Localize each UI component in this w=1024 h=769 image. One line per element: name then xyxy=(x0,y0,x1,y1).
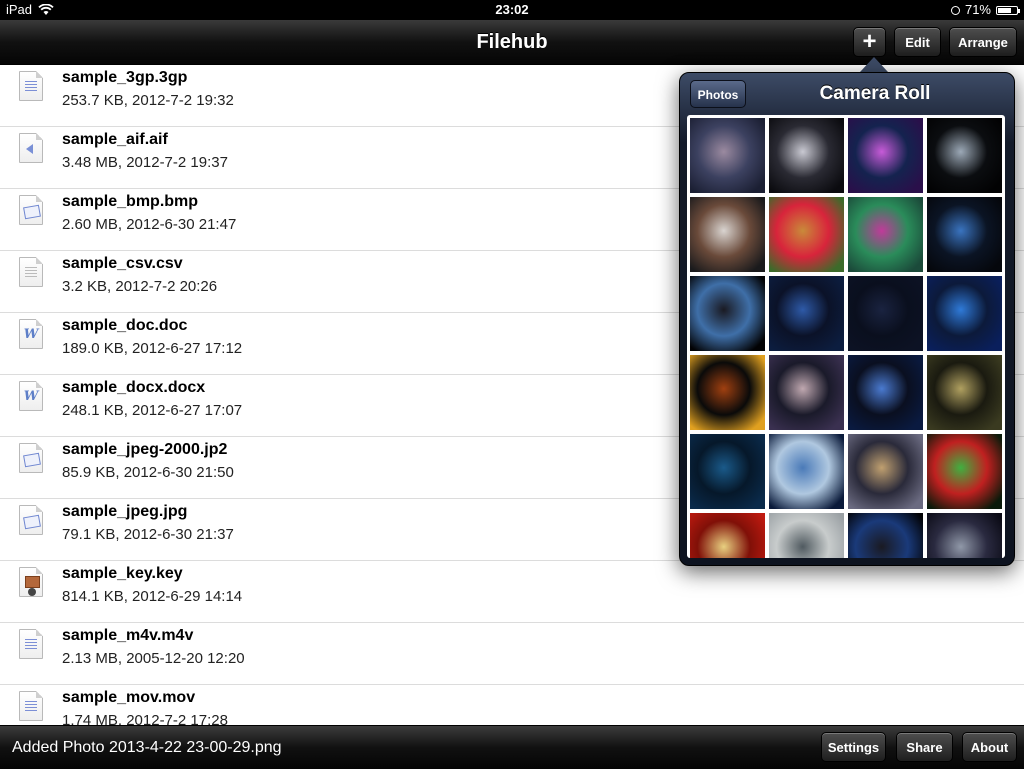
file-meta: 1.74 MB, 2012-7-2 17:28 xyxy=(62,712,228,725)
file-row[interactable]: sample_key.key 814.1 KB, 2012-6-29 14:14 xyxy=(0,561,1024,623)
file-row[interactable]: sample_m4v.m4v 2.13 MB, 2005-12-20 12:20 xyxy=(0,623,1024,685)
file-meta: 253.7 KB, 2012-7-2 19:32 xyxy=(62,92,234,109)
file-name: sample_jpeg-2000.jp2 xyxy=(62,441,228,458)
about-button[interactable]: About xyxy=(962,732,1017,762)
word-file-icon: W xyxy=(19,319,43,349)
plus-icon: + xyxy=(862,28,877,55)
photo-thumbnail-starfield[interactable] xyxy=(848,276,923,351)
photo-thumbnail-green-frog[interactable] xyxy=(927,434,1002,509)
file-meta: 814.1 KB, 2012-6-29 14:14 xyxy=(62,588,243,605)
audio-file-icon xyxy=(19,133,43,163)
share-button[interactable]: Share xyxy=(896,732,953,762)
photo-thumbnail-butterfly[interactable] xyxy=(769,197,844,272)
file-name: sample_m4v.m4v xyxy=(62,627,194,644)
photo-thumbnail-blue-wave[interactable] xyxy=(927,276,1002,351)
photo-thumbnail-rain-window[interactable] xyxy=(769,513,844,558)
photo-thumbnail-galaxy-edge[interactable] xyxy=(769,118,844,193)
image-file-icon xyxy=(19,505,43,535)
file-meta: 248.1 KB, 2012-6-27 17:07 xyxy=(62,402,243,419)
photo-thumbnail-sun-planet[interactable] xyxy=(690,355,765,430)
text-file-icon xyxy=(19,257,43,287)
file-name: sample_csv.csv xyxy=(62,255,183,272)
file-name: sample_doc.doc xyxy=(62,317,188,334)
file-meta: 3.2 KB, 2012-7-2 20:26 xyxy=(62,278,218,295)
file-meta: 85.9 KB, 2012-6-30 21:50 xyxy=(62,464,234,481)
photo-thumbnail-robot-figure[interactable] xyxy=(927,513,1002,558)
popover-title: Camera Roll xyxy=(819,83,931,104)
status-bar: iPad 23:02 71% xyxy=(0,0,1024,20)
battery-fill xyxy=(998,7,1011,13)
status-time: 23:02 xyxy=(495,2,529,17)
photo-thumbnail-moon-space[interactable] xyxy=(848,513,923,558)
photo-thumbnail-red-bird[interactable] xyxy=(690,513,765,558)
battery-icon xyxy=(996,5,1020,15)
image-file-icon xyxy=(19,195,43,225)
photo-thumbnail-apple-nebula[interactable] xyxy=(848,197,923,272)
lock-rotation-icon xyxy=(950,5,960,15)
photo-thumbnail-city-skyline[interactable] xyxy=(769,276,844,351)
file-meta: 2.60 MB, 2012-6-30 21:47 xyxy=(62,216,237,233)
photo-thumbnail-moon-crescent[interactable] xyxy=(927,118,1002,193)
photo-thumbnail-milky-way[interactable] xyxy=(769,434,844,509)
photo-thumbnail-earth[interactable] xyxy=(927,197,1002,272)
photo-thumbnail-moon-earthrise[interactable] xyxy=(690,276,765,351)
photo-thumbnail-highway-lights[interactable] xyxy=(848,434,923,509)
photo-thumbnail-tower-night[interactable] xyxy=(927,355,1002,430)
arrange-button[interactable]: Arrange xyxy=(949,27,1017,57)
photo-grid xyxy=(687,115,1005,558)
bottom-toolbar: Added Photo 2013-4-22 23-00-29.png Setti… xyxy=(0,725,1024,769)
file-meta: 3.48 MB, 2012-7-2 19:37 xyxy=(62,154,228,171)
photo-thumbnail-galaxy-dust[interactable] xyxy=(769,355,844,430)
file-meta: 79.1 KB, 2012-6-30 21:37 xyxy=(62,526,234,543)
photo-thumbnail-blue-particles[interactable] xyxy=(690,434,765,509)
settings-button[interactable]: Settings xyxy=(821,732,886,762)
file-name: sample_jpeg.jpg xyxy=(62,503,188,520)
add-button[interactable]: + xyxy=(853,27,886,57)
photo-thumbnail-galaxy-spiral[interactable] xyxy=(690,118,765,193)
battery-percent: 71% xyxy=(964,2,991,17)
file-meta: 189.0 KB, 2012-6-27 17:12 xyxy=(62,340,243,357)
photo-thumbnail-saturn-rings[interactable] xyxy=(690,197,765,272)
keynote-file-icon xyxy=(19,567,43,597)
file-meta: 2.13 MB, 2005-12-20 12:20 xyxy=(62,650,245,667)
photos-back-button[interactable]: Photos xyxy=(690,80,746,108)
status-message: Added Photo 2013-4-22 23-00-29.png xyxy=(12,739,282,756)
file-name: sample_3gp.3gp xyxy=(62,69,188,86)
file-name: sample_key.key xyxy=(62,565,183,582)
image-file-icon xyxy=(19,443,43,473)
file-name: sample_mov.mov xyxy=(62,689,196,706)
edit-button[interactable]: Edit xyxy=(894,27,941,57)
video-file-icon xyxy=(19,71,43,101)
video-file-icon xyxy=(19,691,43,721)
word-file-icon: W xyxy=(19,381,43,411)
camera-roll-popover: Photos Camera Roll xyxy=(679,72,1015,566)
file-name: sample_docx.docx xyxy=(62,379,206,396)
video-file-icon xyxy=(19,629,43,659)
file-row[interactable]: sample_mov.mov 1.74 MB, 2012-7-2 17:28 xyxy=(0,685,1024,725)
photo-thumbnail-nebula-purple[interactable] xyxy=(848,118,923,193)
popover-arrow xyxy=(860,57,888,72)
photo-thumbnail-burj-al-arab[interactable] xyxy=(848,355,923,430)
file-name: sample_aif.aif xyxy=(62,131,168,148)
file-name: sample_bmp.bmp xyxy=(62,193,199,210)
